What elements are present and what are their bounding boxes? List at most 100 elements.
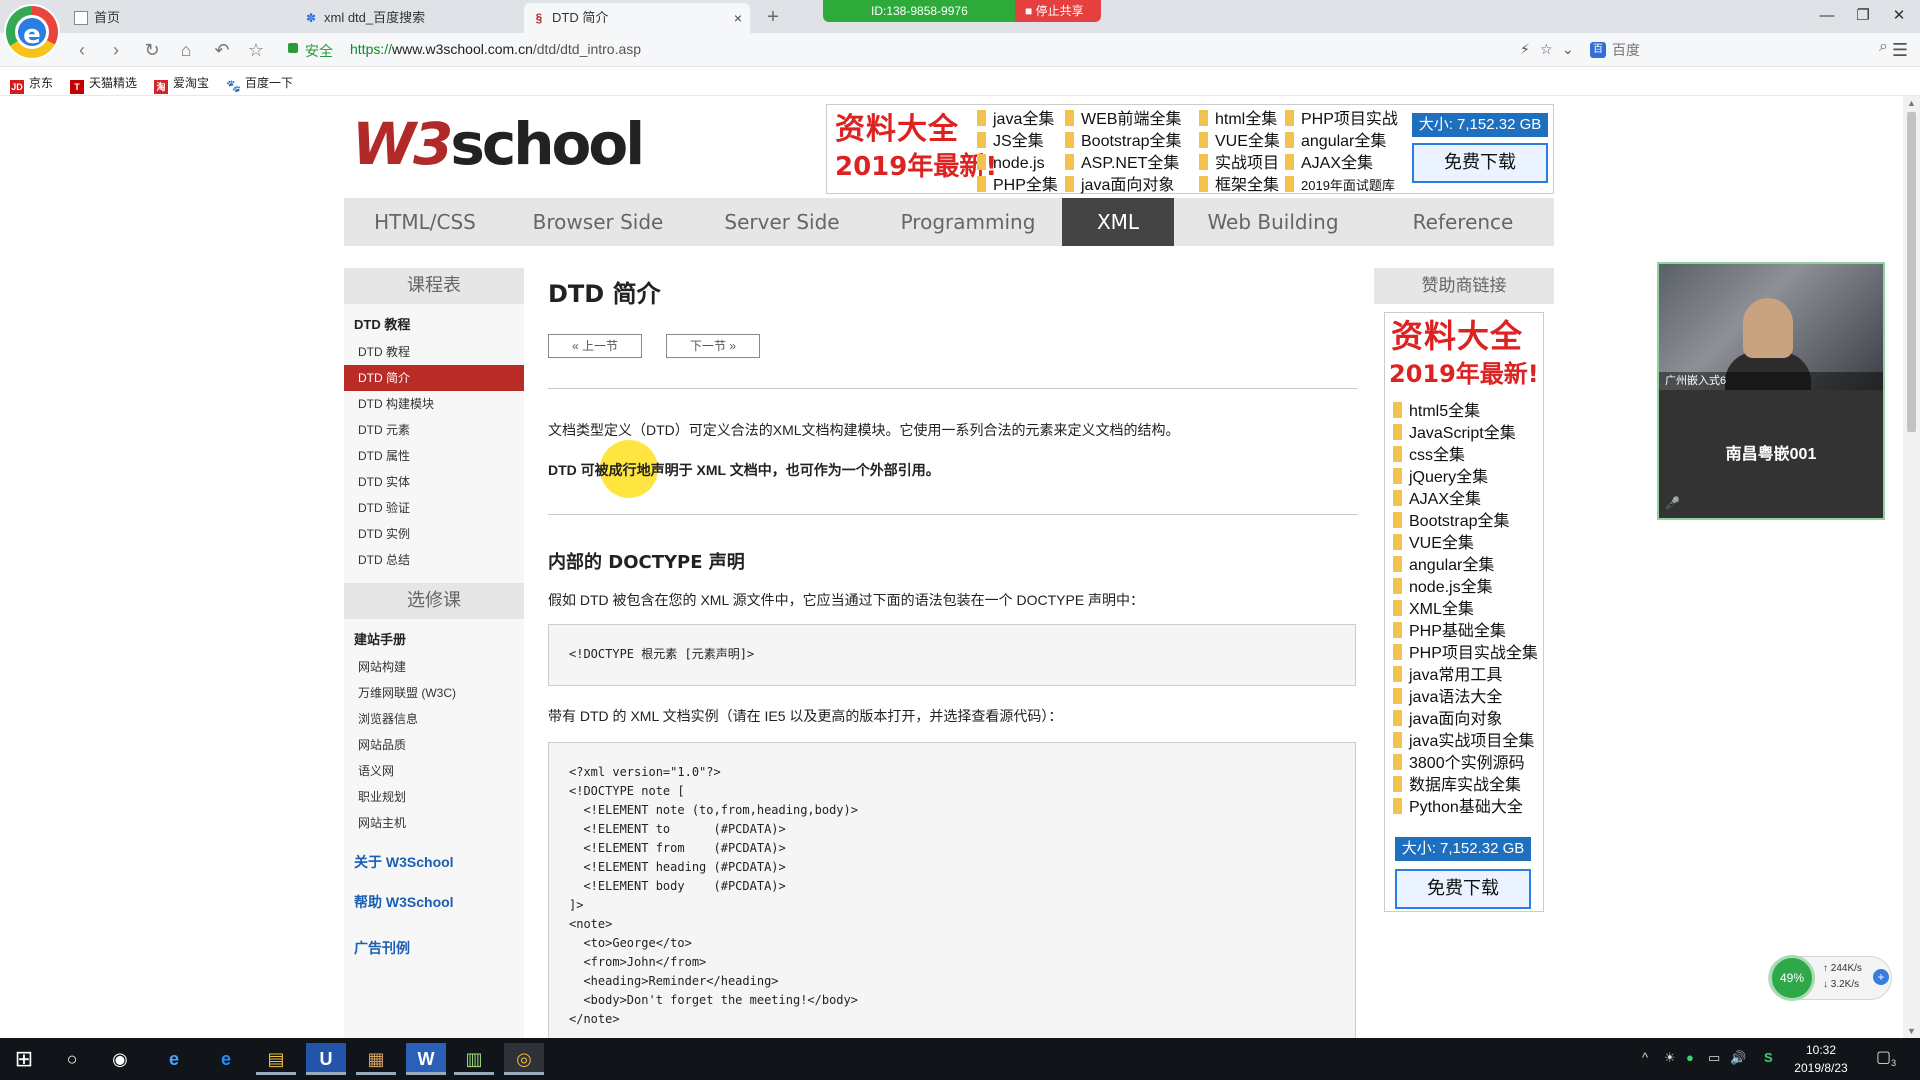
ad-item[interactable]: angular全集 <box>1285 131 1398 153</box>
clock[interactable]: 10:32 2019/8/23 <box>1786 1041 1856 1077</box>
sponsor-item[interactable]: 3800个实例源码 <box>1393 753 1538 775</box>
ie-browser-icon[interactable]: e <box>154 1043 194 1075</box>
accelerate-icon[interactable]: + <box>1873 969 1889 985</box>
scroll-thumb[interactable] <box>1907 112 1916 432</box>
sponsor-download-button[interactable]: 免费下载 <box>1395 869 1531 909</box>
ad-item[interactable]: java面向对象 <box>1065 175 1182 197</box>
input-method-icon[interactable]: S <box>1764 1050 1773 1065</box>
ad-rates-link[interactable]: 广告刊例 <box>344 928 524 968</box>
nav-browser-side[interactable]: Browser Side <box>506 198 690 246</box>
tray-app-icon[interactable]: ☀ <box>1664 1050 1676 1066</box>
forward-button[interactable]: › <box>104 38 128 62</box>
sidebar-item-career[interactable]: 职业规划 <box>344 784 524 810</box>
ad-item[interactable]: html全集 <box>1199 109 1280 131</box>
ad-item[interactable]: ASP.NET全集 <box>1065 153 1182 175</box>
u-app-icon[interactable]: U <box>306 1043 346 1075</box>
sponsor-item[interactable]: JavaScript全集 <box>1393 423 1538 445</box>
edge-browser-icon[interactable]: e <box>206 1043 246 1075</box>
bookmark-star-icon[interactable]: ☆ <box>1540 41 1553 58</box>
sidebar-item-dtd-summary[interactable]: DTD 总结 <box>344 547 524 573</box>
sponsor-item[interactable]: PHP基础全集 <box>1393 621 1538 643</box>
notification-center-icon[interactable]: ▢3 <box>1876 1047 1896 1068</box>
sidebar-item-dtd-examples[interactable]: DTD 实例 <box>344 521 524 547</box>
sponsor-item[interactable]: java语法大全 <box>1393 687 1538 709</box>
sidebar-item-semantic-web[interactable]: 语义网 <box>344 758 524 784</box>
w3school-logo[interactable]: W3school <box>352 112 645 176</box>
network-speed-widget[interactable]: 49% ↑ 244K/s ↓ 3.2K/s + <box>1768 955 1892 1001</box>
browser-taskbar-icon[interactable]: ◎ <box>504 1043 544 1075</box>
ad-item[interactable]: PHP全集 <box>977 175 1058 197</box>
scroll-down-icon[interactable]: ▼ <box>1903 1024 1920 1038</box>
nav-reference[interactable]: Reference <box>1372 198 1554 246</box>
ad-item[interactable]: Bootstrap全集 <box>1065 131 1182 153</box>
reload-button[interactable]: ↻ <box>140 38 164 62</box>
favorite-star-button[interactable]: ☆ <box>244 38 268 62</box>
app-icon-colorful[interactable]: ◉ <box>100 1043 140 1075</box>
sponsor-item[interactable]: PHP项目实战全集 <box>1393 643 1538 665</box>
nav-server-side[interactable]: Server Side <box>690 198 874 246</box>
sidebar-item-dtd-validation[interactable]: DTD 验证 <box>344 495 524 521</box>
ad-item[interactable]: VUE全集 <box>1199 131 1280 153</box>
ad-item[interactable]: PHP项目实战 <box>1285 109 1398 131</box>
game-app-icon[interactable]: ▦ <box>356 1043 396 1075</box>
ad-item[interactable]: 2019年面试题库 <box>1285 175 1398 197</box>
bookmark-jd[interactable]: JD 京东 <box>10 74 53 94</box>
sidebar-item-dtd-entities[interactable]: DTD 实体 <box>344 469 524 495</box>
ad-download-button[interactable]: 免费下载 <box>1412 143 1548 183</box>
bookmark-tmall[interactable]: T 天猫精选 <box>70 74 137 94</box>
top-ad-banner[interactable]: 资料大全 2019年最新! java全集 JS全集 node.js PHP全集 … <box>826 104 1554 194</box>
undo-close-button[interactable]: ↶ <box>210 38 234 62</box>
sidebar-item-dtd-building-blocks[interactable]: DTD 构建模块 <box>344 391 524 417</box>
notepad-app-icon[interactable]: ▥ <box>454 1043 494 1075</box>
new-tab-button[interactable]: + <box>760 3 786 31</box>
minimize-button[interactable]: — <box>1812 4 1842 28</box>
network-icon[interactable]: ▭ <box>1708 1050 1720 1066</box>
close-tab-icon[interactable]: × <box>734 3 742 33</box>
volume-icon[interactable]: 🔊 <box>1730 1050 1746 1066</box>
sidebar-item-site-building[interactable]: 网站构建 <box>344 654 524 680</box>
home-button[interactable]: ⌂ <box>174 38 198 62</box>
sponsor-ad[interactable]: 资料大全 2019年最新! html5全集 JavaScript全集 css全集… <box>1384 312 1544 912</box>
next-section-button[interactable]: 下一节 » <box>666 334 760 358</box>
ad-item[interactable]: 框架全集 <box>1199 175 1280 197</box>
sponsor-item[interactable]: XML全集 <box>1393 599 1538 621</box>
ad-item[interactable]: AJAX全集 <box>1285 153 1398 175</box>
sidebar-item-site-quality[interactable]: 网站品质 <box>344 732 524 758</box>
help-w3school-link[interactable]: 帮助 W3School <box>344 882 524 922</box>
bookmark-baidu[interactable]: 🐾 百度一下 <box>226 74 293 93</box>
tab-home[interactable]: 首页 <box>66 3 246 33</box>
sidebar-item-dtd-attributes[interactable]: DTD 属性 <box>344 443 524 469</box>
nav-web-building[interactable]: Web Building <box>1174 198 1372 246</box>
baidu-search-engine-icon[interactable]: 百 <box>1590 42 1606 58</box>
scroll-up-icon[interactable]: ▲ <box>1903 96 1920 110</box>
page-scrollbar[interactable]: ▲ ▼ <box>1903 96 1920 1038</box>
sponsor-item[interactable]: Bootstrap全集 <box>1393 511 1538 533</box>
stop-share-button[interactable]: ■ 停止共享 <box>1015 0 1101 22</box>
flash-icon[interactable]: ⚡ <box>1520 41 1530 58</box>
sidebar-item-dtd-tutorial[interactable]: DTD 教程 <box>344 339 524 365</box>
url-field[interactable]: https://www.w3school.com.cn/dtd/dtd_intr… <box>350 41 641 57</box>
tab-dtd-intro[interactable]: § DTD 简介 × <box>524 3 750 33</box>
sidebar-item-dtd-intro[interactable]: DTD 简介 <box>344 365 524 391</box>
mic-muted-icon[interactable]: 🎤 <box>1665 496 1680 510</box>
chevron-down-icon[interactable]: ⌄ <box>1562 41 1574 58</box>
sidebar-item-dtd-elements[interactable]: DTD 元素 <box>344 417 524 443</box>
search-input[interactable] <box>1612 38 1862 62</box>
tray-status-icon[interactable]: ● <box>1686 1050 1694 1065</box>
sidebar-item-hosting[interactable]: 网站主机 <box>344 810 524 836</box>
sponsor-item[interactable]: 数据库实战全集 <box>1393 775 1538 797</box>
sponsor-item[interactable]: jQuery全集 <box>1393 467 1538 489</box>
word-icon[interactable]: W <box>406 1043 446 1075</box>
about-w3school-link[interactable]: 关于 W3School <box>344 842 524 882</box>
ad-item[interactable]: 实战项目 <box>1199 153 1280 175</box>
sponsor-item[interactable]: Python基础大全 <box>1393 797 1538 819</box>
sponsor-item[interactable]: VUE全集 <box>1393 533 1538 555</box>
sponsor-item[interactable]: java面向对象 <box>1393 709 1538 731</box>
sponsor-item[interactable]: java常用工具 <box>1393 665 1538 687</box>
video-call-overlay[interactable]: 广州嵌入式6 南昌粤嵌001 🎤 <box>1657 262 1885 520</box>
ad-item[interactable]: java全集 <box>977 109 1058 131</box>
search-icon[interactable]: ⌕ <box>1879 38 1888 56</box>
nav-programming[interactable]: Programming <box>874 198 1062 246</box>
start-icon[interactable]: ⊞ <box>4 1043 44 1075</box>
sponsor-item[interactable]: css全集 <box>1393 445 1538 467</box>
